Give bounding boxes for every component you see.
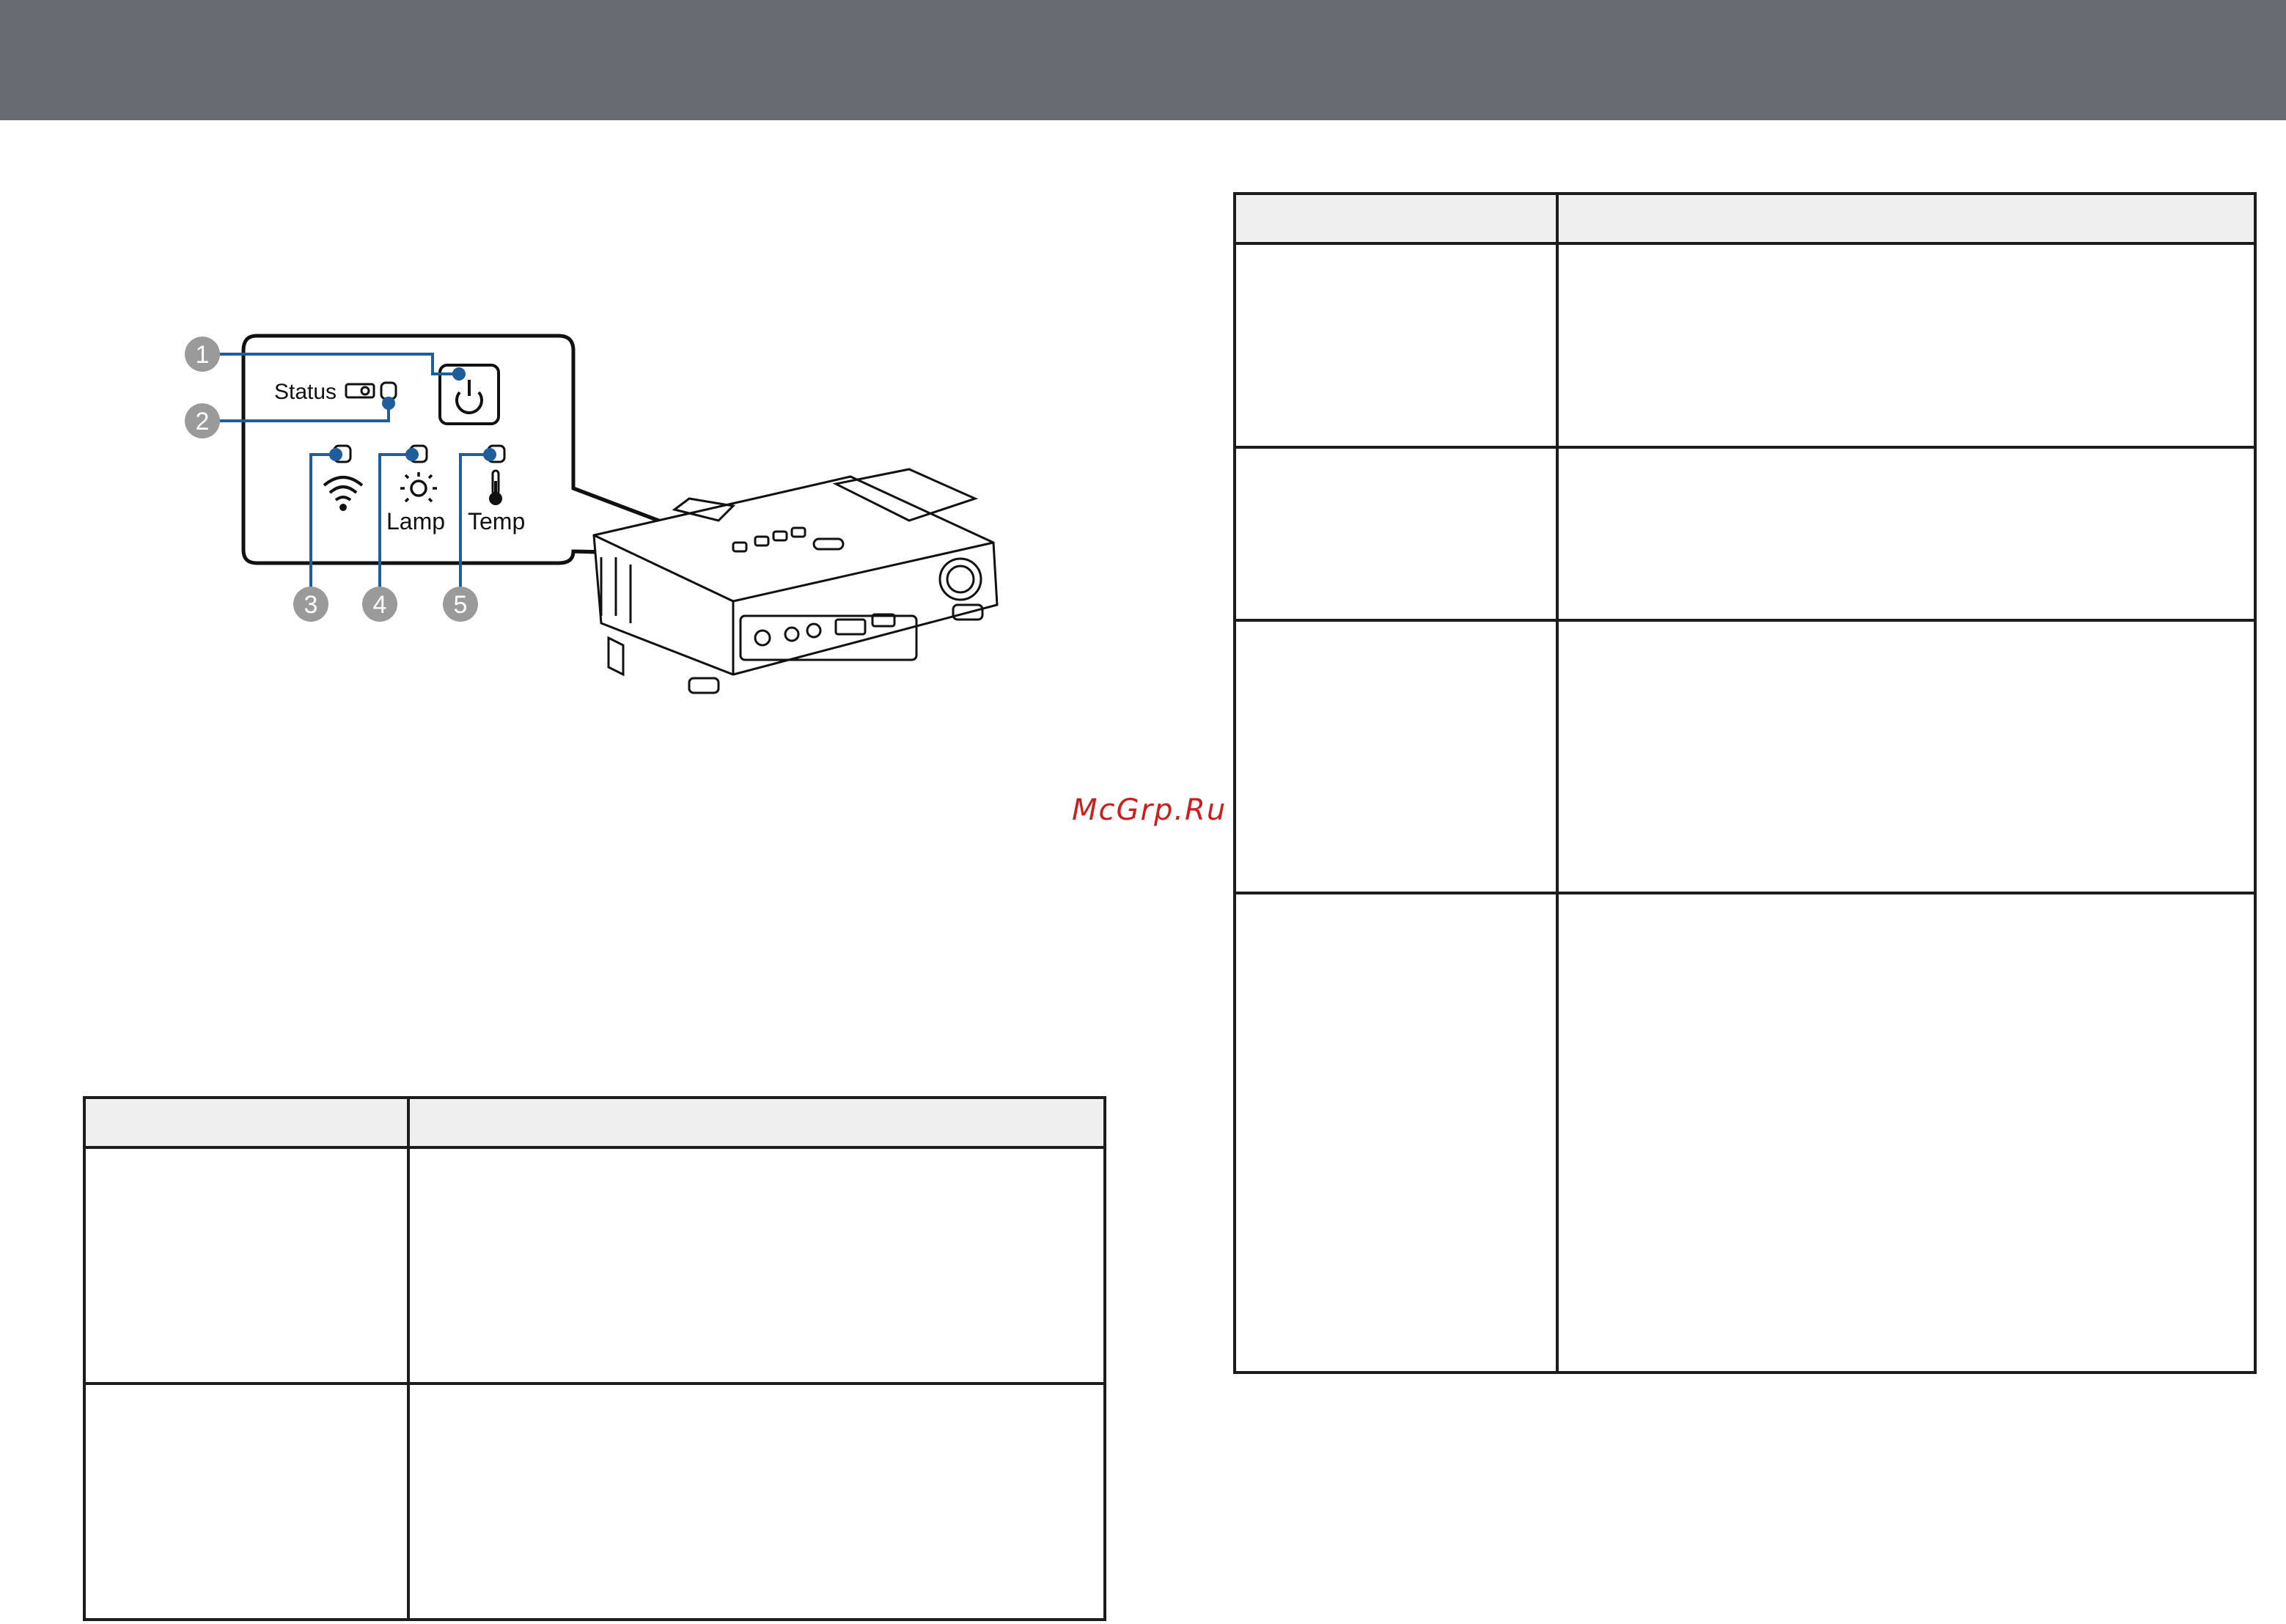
callout-2: 2 [185,403,220,438]
table-row [1233,892,2257,1374]
svg-text:4: 4 [373,591,387,619]
table-cell [1233,619,1559,894]
table-cell [407,1146,1106,1385]
table-row [83,1382,1106,1621]
table-header-row [83,1096,1106,1149]
table-cell [407,1382,1106,1621]
table-cell [1233,446,1559,622]
svg-text:2: 2 [196,408,210,436]
table-row [1233,619,2257,894]
watermark: McGrp.Ru [1072,793,1227,827]
table-row [1233,446,2257,622]
table-cell [83,1382,410,1621]
header-bar [0,0,2286,120]
svg-text:3: 3 [304,591,318,619]
table-header-cell [1556,192,2257,245]
table-row [83,1146,1106,1385]
table-header-cell [83,1096,410,1149]
indicator-table-right [1233,192,2257,1374]
table-cell [83,1146,410,1385]
projector-illustration [592,468,999,694]
temp-label: Temp [468,508,525,534]
table-cell [1233,892,1559,1374]
indicator-table-left [83,1096,1106,1621]
table-header-cell [1233,192,1559,245]
control-panel-figure: Status Lamp Temp 1 2 3 4 5 [185,334,999,694]
callout-1: 1 [185,337,220,372]
callout-3: 3 [293,587,328,622]
status-indicator [380,381,397,400]
svg-text:5: 5 [454,591,468,619]
lamp-label: Lamp [386,508,445,534]
callout-4: 4 [362,587,397,622]
table-row [1233,242,2257,449]
status-label: Status [274,380,337,404]
table-cell [1556,619,2257,894]
table-header-row [1233,192,2257,245]
callout-5: 5 [443,587,478,622]
table-cell [1233,242,1559,449]
table-header-cell [407,1096,1106,1149]
table-cell [1556,242,2257,449]
table-cell [1556,892,2257,1374]
table-cell [1556,446,2257,622]
svg-text:1: 1 [196,341,210,369]
